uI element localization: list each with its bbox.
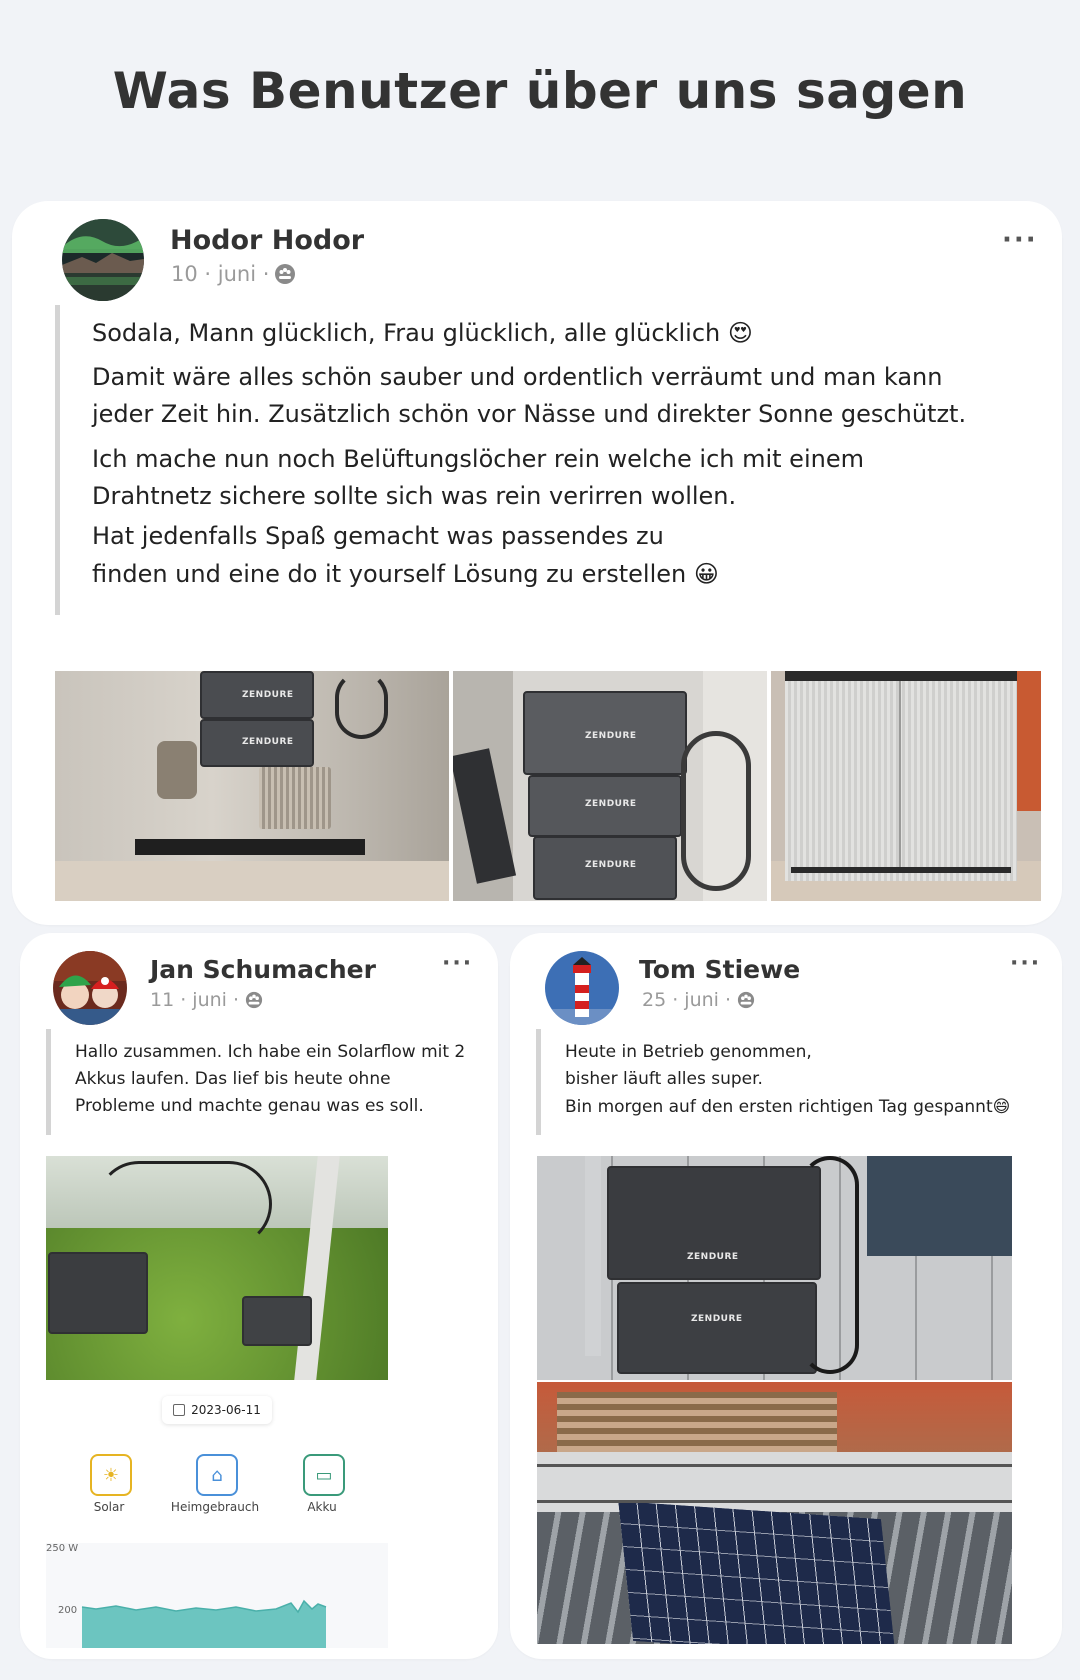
date-chip[interactable]: 2023-06-11 — [162, 1396, 272, 1424]
more-options-button[interactable]: ··· — [1010, 951, 1041, 976]
brand-label: ZENDURE — [691, 1314, 743, 1324]
calendar-icon — [173, 1404, 186, 1416]
avatar[interactable] — [62, 219, 144, 301]
author-name[interactable]: Jan Schumacher — [150, 955, 376, 984]
date-chip-label: 2023-06-11 — [191, 1403, 261, 1417]
avatar[interactable] — [545, 951, 619, 1025]
brand-label: ZENDURE — [242, 690, 294, 700]
post-meta: 10 · juni · — [171, 262, 296, 286]
post-meta: 25 · juni · — [642, 989, 755, 1011]
tab-heimgebrauch[interactable]: Heimgebrauch — [160, 1500, 270, 1514]
app-screenshot: 2023-06-11 ☀ Solar ⌂ Heimgebrauch ▭ Akku… — [46, 1388, 388, 1648]
post-line: Bin morgen auf den ersten richtigen Tag … — [565, 1097, 1011, 1117]
review-card-tom: Tom Stiewe 25 · juni · ··· Heute in Betr… — [510, 933, 1062, 1659]
brand-label: ZENDURE — [585, 799, 637, 809]
author-name[interactable]: Hodor Hodor — [170, 225, 364, 256]
post-text: Sodala, Mann glücklich, Frau glücklich, … — [55, 305, 1032, 615]
audience-icon — [737, 991, 755, 1009]
author-name[interactable]: Tom Stiewe — [639, 955, 800, 984]
audience-icon — [245, 991, 263, 1009]
post-paragraph: Ich mache nun noch Belüftungslöcher rein… — [92, 445, 864, 510]
review-card-jan: Jan Schumacher 11 · juni · ··· Hallo zus… — [20, 933, 498, 1659]
post-meta: 11 · juni · — [150, 989, 263, 1011]
chart-area — [81, 1599, 327, 1648]
power-chart: 250 W 200 — [46, 1543, 388, 1648]
post-date[interactable]: 25 · juni · — [642, 989, 731, 1011]
post-photo-2[interactable]: ZENDURE ZENDURE ZENDURE — [453, 671, 767, 901]
more-options-button[interactable]: ··· — [442, 951, 473, 976]
audience-icon — [275, 264, 296, 284]
post-photo-2[interactable] — [537, 1382, 1012, 1644]
post-date[interactable]: 10 · juni · — [171, 262, 269, 286]
solar-icon[interactable]: ☀ — [90, 1454, 132, 1496]
tab-solar[interactable]: Solar — [54, 1500, 164, 1514]
tab-akku[interactable]: Akku — [267, 1500, 377, 1514]
post-paragraph: finden und eine do it yourself Lösung zu… — [92, 560, 719, 588]
post-line: Probleme und machte genau was es soll. — [75, 1096, 424, 1116]
post-line: Akkus laufen. Das lief bis heute ohne — [75, 1069, 391, 1089]
post-photo-1[interactable]: ZENDURE ZENDURE — [537, 1156, 1012, 1380]
post-photo-3[interactable] — [771, 671, 1041, 901]
post-paragraph: Damit wäre alles schön sauber und ordent… — [92, 363, 967, 428]
post-line: Heute in Betrieb genommen, — [565, 1042, 812, 1062]
review-card-hodor: Hodor Hodor 10 · juni · ··· Sodala, Mann… — [12, 201, 1062, 925]
post-photo-1[interactable]: ZENDURE ZENDURE — [55, 671, 449, 901]
home-icon[interactable]: ⌂ — [196, 1454, 238, 1496]
post-photo-1[interactable] — [46, 1156, 388, 1380]
battery-icon[interactable]: ▭ — [303, 1454, 345, 1496]
post-paragraph: Hat jedenfalls Spaß gemacht was passende… — [92, 522, 664, 550]
post-text: Heute in Betrieb genommen, bisher läuft … — [536, 1029, 1055, 1135]
post-date[interactable]: 11 · juni · — [150, 989, 239, 1011]
brand-label: ZENDURE — [687, 1252, 739, 1262]
more-options-button[interactable]: ··· — [1002, 225, 1038, 255]
post-line: bisher läuft alles super. — [565, 1069, 763, 1089]
post-line: Hallo zusammen. Ich habe ein Solarflow m… — [75, 1042, 466, 1062]
post-text: Hallo zusammen. Ich habe ein Solarflow m… — [46, 1029, 495, 1135]
brand-label: ZENDURE — [585, 731, 637, 741]
brand-label: ZENDURE — [585, 860, 637, 870]
brand-label: ZENDURE — [242, 737, 294, 747]
page-title: Was Benutzer über uns sagen — [112, 62, 968, 120]
avatar[interactable] — [53, 951, 127, 1025]
post-paragraph: Sodala, Mann glücklich, Frau glücklich, … — [92, 319, 753, 347]
